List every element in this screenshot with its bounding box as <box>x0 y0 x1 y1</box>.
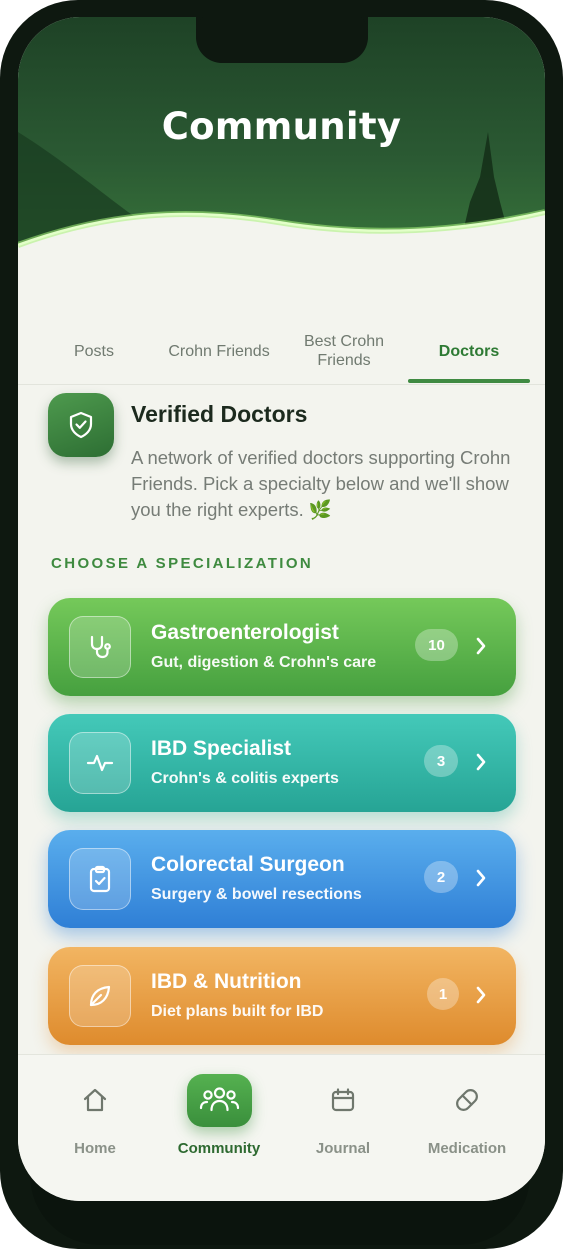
page-title: Community <box>161 105 402 148</box>
leaf-icon <box>69 965 131 1027</box>
specialization-card-ibd-nutrition[interactable]: IBD & Nutrition Diet plans built for IBD… <box>48 947 516 1045</box>
card-subtitle: Gut, digestion & Crohn's care <box>151 654 377 671</box>
app-screen: Community Posts Crohn Friends Best Crohn… <box>18 17 545 1201</box>
stethoscope-icon <box>69 616 131 678</box>
users-icon <box>199 1087 240 1112</box>
intro-description: A network of verified doctors supporting… <box>131 447 511 520</box>
pill-icon <box>452 1085 482 1115</box>
nav-medication[interactable]: Medication <box>407 1055 527 1201</box>
nav-label: Home <box>74 1140 116 1157</box>
active-tab-indicator <box>408 379 530 383</box>
doctor-count-badge: 2 <box>424 861 458 893</box>
section-label: CHOOSE A SPECIALIZATION <box>51 555 314 572</box>
chevron-right-icon <box>476 753 486 771</box>
specialization-card-gastroenterologist[interactable]: Gastroenterologist Gut, digestion & Croh… <box>48 598 516 696</box>
intro-title: Verified Doctors <box>131 401 308 427</box>
nav-journal[interactable]: Journal <box>283 1055 403 1201</box>
card-title: IBD & Nutrition <box>151 970 302 993</box>
card-subtitle: Surgery & bowel resections <box>151 886 362 903</box>
doctor-count-badge: 1 <box>427 978 459 1010</box>
specialization-card-colorectal-surgeon[interactable]: Colorectal Surgeon Surgery & bowel resec… <box>48 830 516 928</box>
nav-label: Medication <box>427 1140 507 1157</box>
chevron-right-icon <box>476 869 486 887</box>
home-icon <box>80 1085 110 1115</box>
shield-check-icon <box>48 393 114 457</box>
nav-label: Journal <box>315 1140 371 1157</box>
card-subtitle: Crohn's & colitis experts <box>151 770 339 787</box>
card-subtitle: Diet plans built for IBD <box>151 1003 324 1020</box>
tab-doctors[interactable]: Doctors <box>408 317 530 385</box>
pulse-icon <box>69 732 131 794</box>
nav-label: Community <box>177 1140 261 1157</box>
card-title: Gastroenterologist <box>151 621 339 644</box>
camera-notch <box>196 17 368 63</box>
header: Community <box>18 17 545 277</box>
clipboard-check-icon <box>69 848 131 910</box>
tab-best-crohn-friends[interactable]: Best Crohn Friends <box>283 317 405 385</box>
card-title: Colorectal Surgeon <box>151 853 345 876</box>
tab-bar: Posts Crohn Friends Best Crohn Friends D… <box>18 317 545 385</box>
nav-home[interactable]: Home <box>35 1055 155 1201</box>
doctor-count-badge: 3 <box>424 745 458 777</box>
tab-crohn-friends[interactable]: Crohn Friends <box>157 317 281 385</box>
tab-posts[interactable]: Posts <box>33 317 155 385</box>
community-nav-active-button[interactable] <box>187 1074 252 1127</box>
calendar-icon <box>328 1085 358 1115</box>
chevron-right-icon <box>476 637 486 655</box>
doctor-count-badge: 10 <box>415 629 458 661</box>
card-title: IBD Specialist <box>151 737 292 760</box>
bottom-navigation: Home Community Journal Medication <box>18 1054 545 1201</box>
specialization-card-ibd-specialist[interactable]: IBD Specialist Crohn's & colitis experts… <box>48 714 516 812</box>
chevron-right-icon <box>476 986 486 1004</box>
